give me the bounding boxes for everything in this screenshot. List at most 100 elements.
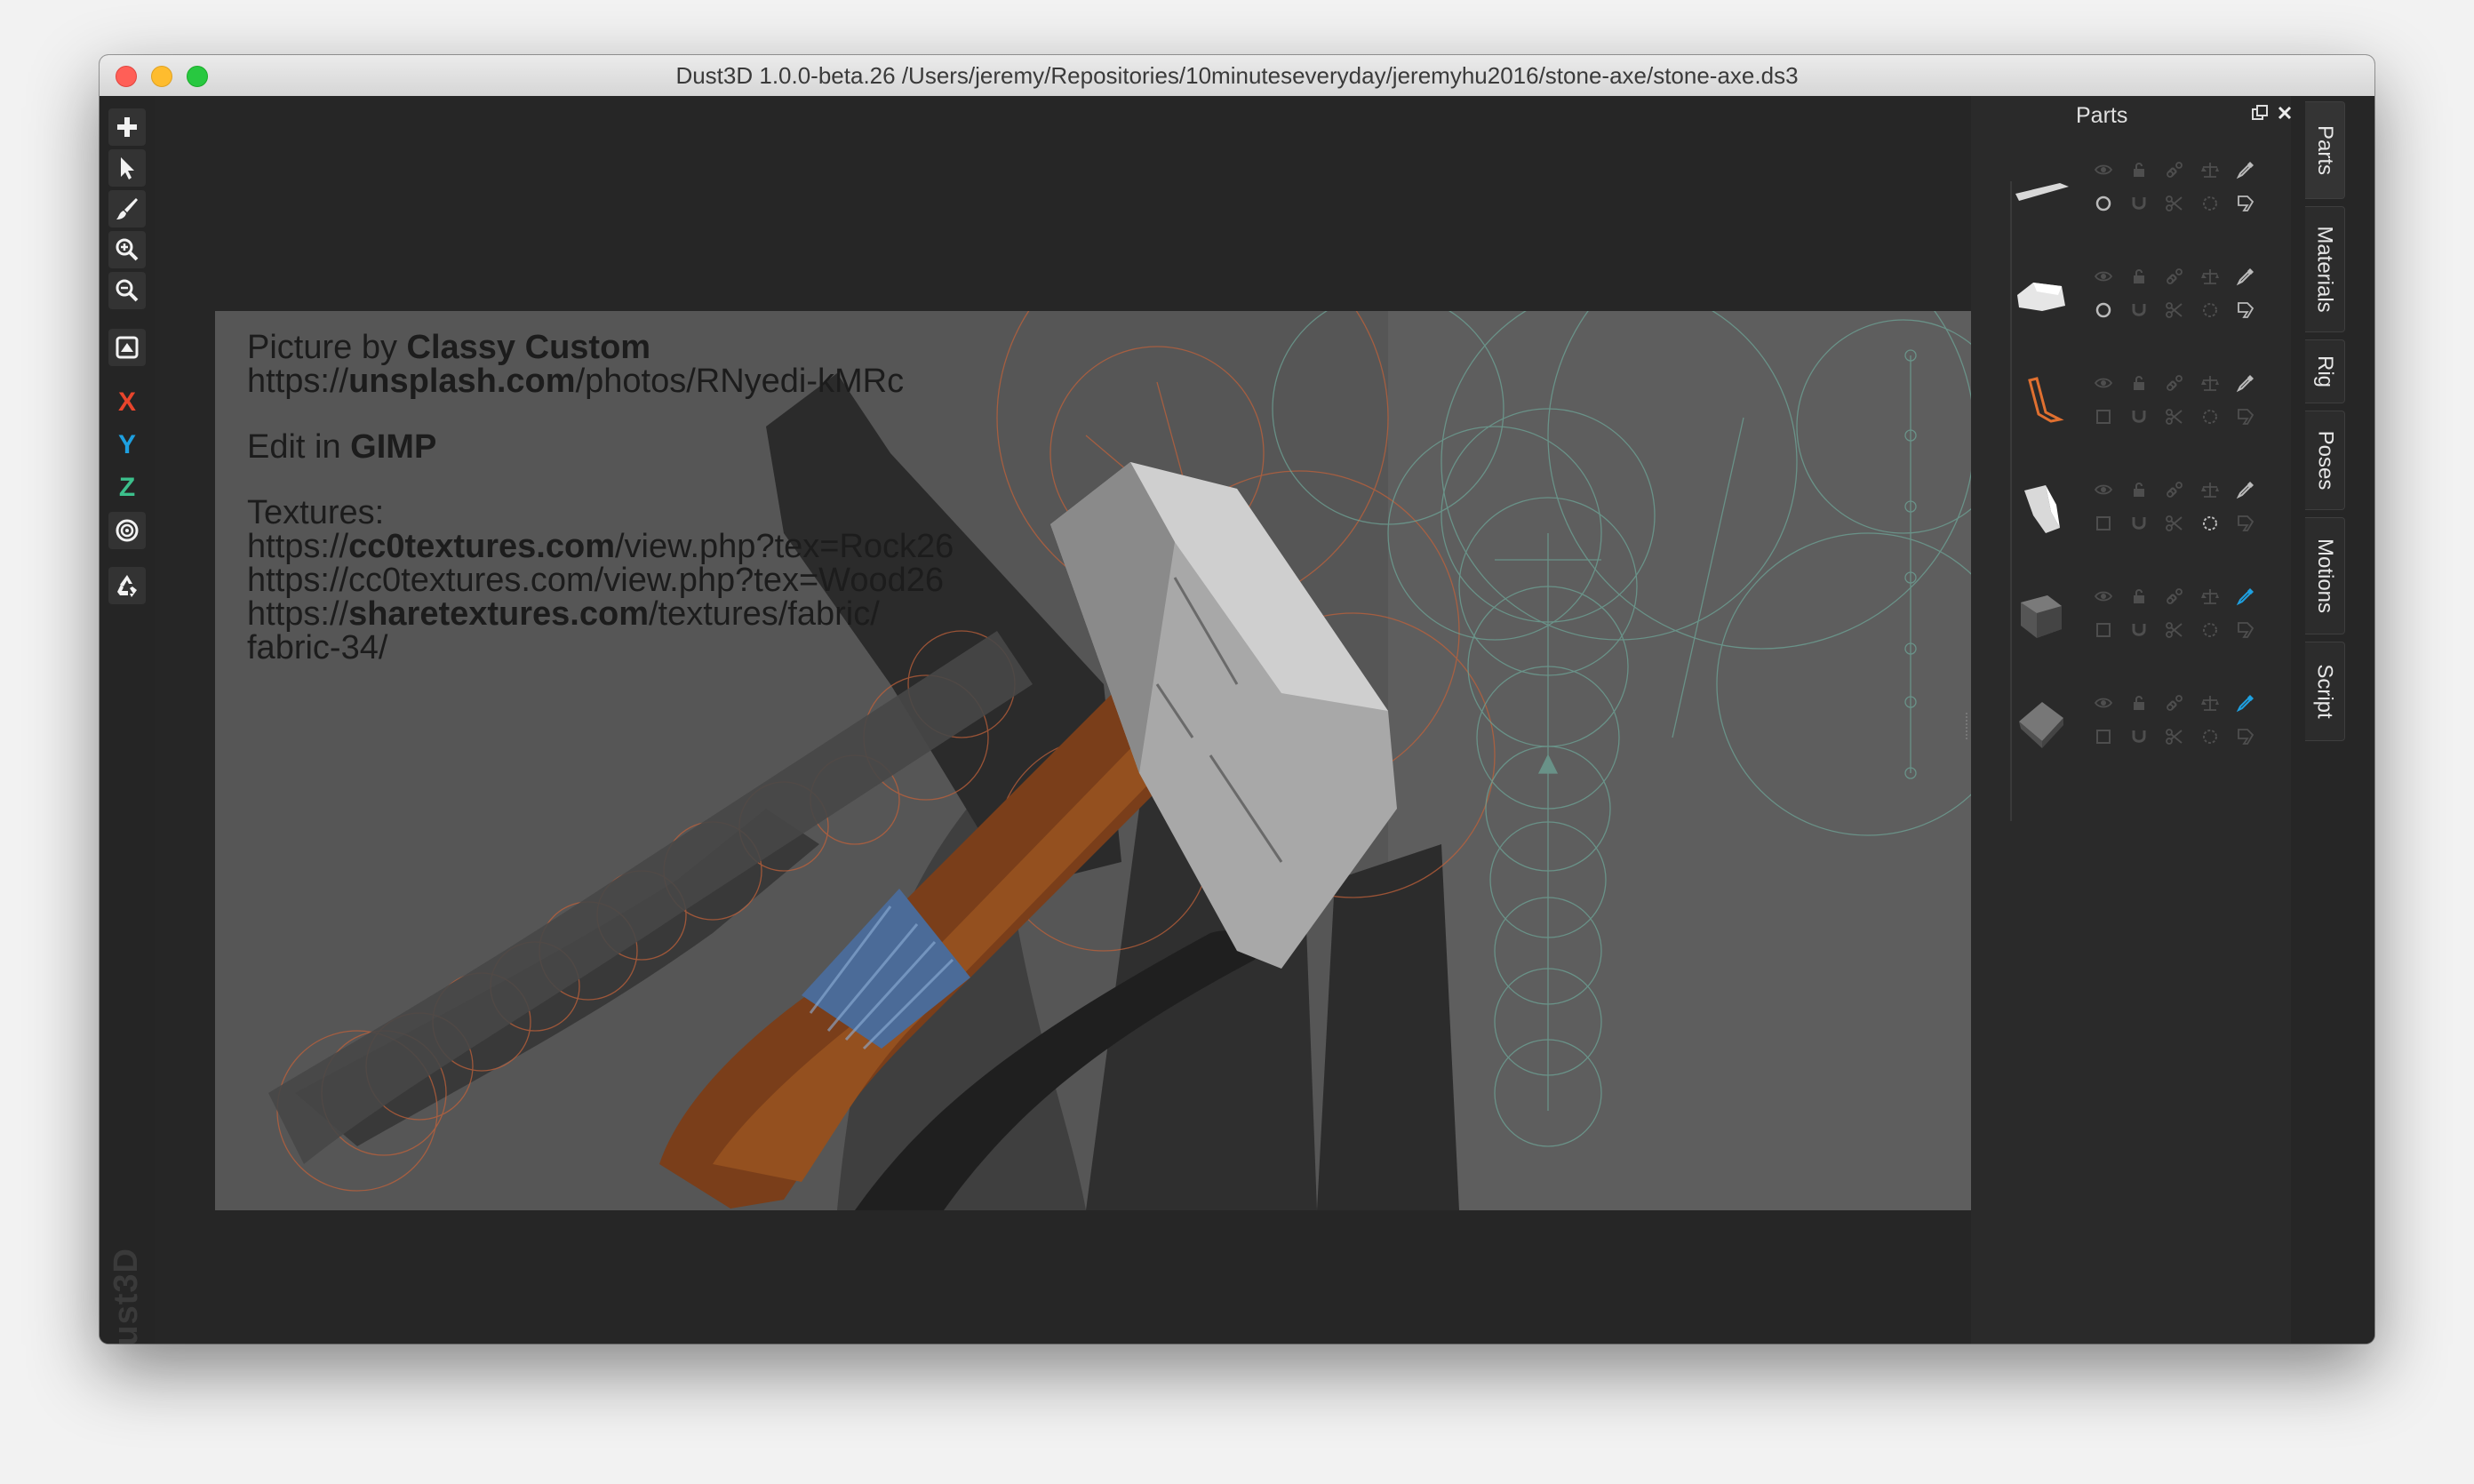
symmetry-icon[interactable] (2200, 693, 2220, 713)
link-icon[interactable] (2165, 693, 2184, 713)
xmirror-icon[interactable] (2200, 407, 2220, 427)
link-icon[interactable] (2165, 373, 2184, 393)
subdivision-icon[interactable] (2094, 727, 2113, 746)
add-button[interactable] (108, 108, 146, 146)
comment-icon[interactable] (2236, 727, 2255, 746)
comment-icon[interactable] (2236, 620, 2255, 640)
roundend-icon[interactable] (2129, 194, 2149, 213)
visibility-icon[interactable] (2094, 160, 2113, 180)
chamfer-icon[interactable] (2165, 300, 2184, 320)
comment-icon[interactable] (2236, 300, 2255, 320)
part-thumbnail[interactable] (2007, 682, 2078, 754)
lock-icon[interactable] (2129, 693, 2149, 713)
xmirror-icon[interactable] (2200, 300, 2220, 320)
xmirror-icon[interactable] (2200, 514, 2220, 533)
color-picker-icon[interactable] (2236, 586, 2255, 606)
part-thumbnail[interactable] (2007, 149, 2078, 220)
lock-icon[interactable] (2129, 586, 2149, 606)
x-axis-label: X (117, 387, 136, 417)
visibility-icon[interactable] (2094, 693, 2113, 713)
x-axis-button[interactable]: X (108, 384, 146, 421)
subdivision-icon[interactable] (2094, 194, 2113, 213)
chamfer-icon[interactable] (2165, 407, 2184, 427)
y-axis-button[interactable]: Y (108, 427, 146, 464)
paint-button[interactable] (108, 190, 146, 227)
chamfer-icon[interactable] (2165, 194, 2184, 213)
part-row[interactable] (2007, 665, 2273, 762)
part-thumbnail[interactable] (2007, 469, 2078, 540)
radial-button[interactable] (108, 512, 146, 549)
subdivision-icon[interactable] (2094, 620, 2113, 640)
float-panel-button[interactable] (2250, 103, 2270, 123)
part-row[interactable] (2007, 451, 2273, 549)
lock-icon[interactable] (2129, 160, 2149, 180)
zoom-in-button[interactable] (108, 231, 146, 268)
part-thumbnail[interactable] (2007, 256, 2078, 327)
subdivision-icon[interactable] (2094, 407, 2113, 427)
comment-icon[interactable] (2236, 514, 2255, 533)
part-row[interactable] (2007, 558, 2273, 656)
roundend-icon[interactable] (2129, 407, 2149, 427)
roundend-icon[interactable] (2129, 514, 2149, 533)
editor-canvas[interactable]: Picture by Classy Custom https://unsplas… (155, 96, 2063, 1344)
credit-tex1-prefix: https:// (247, 528, 349, 565)
symmetry-icon[interactable] (2200, 373, 2220, 393)
link-icon[interactable] (2165, 160, 2184, 180)
symmetry-icon[interactable] (2200, 160, 2220, 180)
visibility-icon[interactable] (2094, 586, 2113, 606)
parts-panel: Parts (1971, 96, 2292, 1344)
zoom-in-icon (116, 238, 139, 261)
lock-icon[interactable] (2129, 480, 2149, 499)
part-row[interactable] (2007, 132, 2273, 229)
comment-icon[interactable] (2236, 194, 2255, 213)
link-icon[interactable] (2165, 480, 2184, 499)
link-icon[interactable] (2165, 586, 2184, 606)
symmetry-icon[interactable] (2200, 586, 2220, 606)
z-axis-button[interactable]: Z (108, 469, 146, 507)
recycle-button[interactable] (108, 567, 146, 604)
visibility-icon[interactable] (2094, 267, 2113, 286)
tab-motions[interactable]: Motions (2305, 517, 2345, 634)
credit-tex3-prefix: https:// (247, 595, 349, 633)
symmetry-icon[interactable] (2200, 480, 2220, 499)
link-icon[interactable] (2165, 267, 2184, 286)
part-thumbnail[interactable] (2007, 576, 2078, 647)
chamfer-icon[interactable] (2165, 727, 2184, 746)
xmirror-icon[interactable] (2200, 727, 2220, 746)
part-row[interactable] (2007, 238, 2273, 336)
zoom-out-icon (116, 279, 139, 302)
credit-picture-prefix: Picture by (247, 329, 407, 366)
symmetry-icon[interactable] (2200, 267, 2220, 286)
tab-rig[interactable]: Rig (2305, 339, 2345, 403)
chamfer-icon[interactable] (2165, 620, 2184, 640)
tab-script[interactable]: Script (2305, 642, 2345, 741)
tab-parts[interactable]: Parts (2305, 101, 2345, 199)
chamfer-icon[interactable] (2165, 514, 2184, 533)
comment-icon[interactable] (2236, 407, 2255, 427)
xmirror-icon[interactable] (2200, 194, 2220, 213)
subdivision-icon[interactable] (2094, 300, 2113, 320)
part-thumbnail[interactable] (2007, 363, 2078, 434)
color-picker-icon[interactable] (2236, 693, 2255, 713)
part-row[interactable] (2007, 345, 2273, 443)
model-viewport[interactable]: Picture by Classy Custom https://unsplas… (215, 311, 2010, 1210)
lock-icon[interactable] (2129, 267, 2149, 286)
visibility-icon[interactable] (2094, 480, 2113, 499)
roundend-icon[interactable] (2129, 620, 2149, 640)
color-picker-icon[interactable] (2236, 480, 2255, 499)
roundend-icon[interactable] (2129, 727, 2149, 746)
subdivision-icon[interactable] (2094, 514, 2113, 533)
export-button[interactable] (108, 329, 146, 366)
tab-materials[interactable]: Materials (2305, 206, 2345, 332)
select-button[interactable] (108, 149, 146, 187)
lock-icon[interactable] (2129, 373, 2149, 393)
tab-poses[interactable]: Poses (2305, 411, 2345, 510)
color-picker-icon[interactable] (2236, 267, 2255, 286)
roundend-icon[interactable] (2129, 300, 2149, 320)
visibility-icon[interactable] (2094, 373, 2113, 393)
color-picker-icon[interactable] (2236, 160, 2255, 180)
zoom-out-button[interactable] (108, 272, 146, 309)
xmirror-icon[interactable] (2200, 620, 2220, 640)
color-picker-icon[interactable] (2236, 373, 2255, 393)
credit-edit-line: Edit in GIMP (247, 430, 1313, 464)
